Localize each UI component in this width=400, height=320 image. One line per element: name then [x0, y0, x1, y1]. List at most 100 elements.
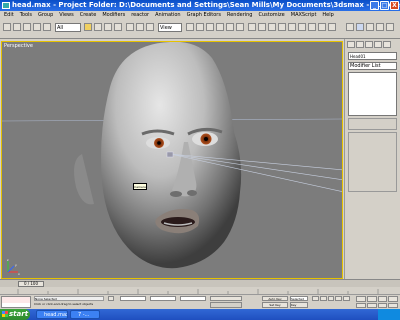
zoom-extents-icon[interactable] [377, 296, 388, 302]
time-slider-bar[interactable]: 0 / 100 [0, 279, 400, 287]
render-scene-icon[interactable] [318, 23, 326, 31]
grid-spacing-field [210, 296, 242, 301]
play-icon[interactable] [327, 296, 335, 301]
arc-rotate-icon[interactable] [377, 302, 388, 308]
menu-graph-editors[interactable]: Graph Editors [187, 11, 221, 19]
selected-combo[interactable]: Selected [290, 296, 308, 301]
auto-key-button[interactable]: Auto Key [262, 296, 288, 301]
display-panel-tab[interactable] [383, 41, 391, 48]
bind-space-warp-icon[interactable] [43, 23, 51, 31]
field-of-view-icon[interactable] [356, 302, 366, 308]
next-frame-icon[interactable] [335, 296, 343, 301]
menu-modifiers[interactable]: Modifiers [102, 11, 125, 19]
add-time-tag[interactable] [210, 302, 242, 308]
title-bar: head.max - Project Folder: D:\Documents … [0, 0, 400, 11]
create-tab-icon[interactable] [346, 23, 354, 31]
zoom-extents-all-icon[interactable] [388, 296, 398, 302]
zoom-all-icon[interactable] [366, 296, 377, 302]
maximize-button[interactable]: □ [380, 1, 389, 10]
select-object-icon[interactable] [84, 23, 92, 31]
svg-text:x: x [18, 272, 20, 276]
percent-snap-icon[interactable] [226, 23, 234, 31]
align-icon[interactable] [268, 23, 276, 31]
menu-views[interactable]: Views [59, 11, 73, 19]
head-model[interactable] [2, 42, 343, 279]
x-coordinate-field[interactable] [120, 296, 146, 301]
redo-icon[interactable] [13, 23, 21, 31]
svg-text:z: z [7, 258, 9, 262]
close-button[interactable]: X [390, 1, 399, 10]
start-button[interactable]: start [0, 309, 30, 320]
modify-panel-tab[interactable] [356, 41, 364, 48]
modifier-stack[interactable] [348, 72, 397, 116]
layer-manager-icon[interactable] [278, 23, 286, 31]
set-key-button[interactable]: Set Key [262, 302, 288, 308]
y-coordinate-field[interactable] [150, 296, 176, 301]
rotate-icon[interactable] [136, 23, 144, 31]
parameters-rollout [348, 132, 397, 192]
mirror-icon[interactable] [258, 23, 266, 31]
menu-animation[interactable]: Animation [155, 11, 181, 19]
region-select-icon[interactable] [104, 23, 112, 31]
go-to-end-icon[interactable] [343, 296, 350, 301]
window-crossing-icon[interactable] [114, 23, 122, 31]
taskbar-item-3dsmax[interactable]: head.max - ... [36, 310, 68, 319]
menu-reactor[interactable]: reactor [131, 11, 149, 19]
quick-render-icon[interactable] [328, 23, 336, 31]
menu-maxscript[interactable]: MAXScript [291, 11, 317, 19]
main-toolbar: All View [0, 19, 400, 39]
menu-rendering[interactable]: Rendering [227, 11, 253, 19]
undo-icon[interactable] [3, 23, 11, 31]
minimize-button[interactable]: _ [370, 1, 379, 10]
lock-selection-icon[interactable] [108, 296, 114, 301]
create-panel-tab[interactable] [347, 41, 355, 48]
playback-controls[interactable] [312, 296, 350, 301]
taskbar-item-2[interactable]: 7 -... [70, 310, 100, 319]
menu-help[interactable]: Help [322, 11, 333, 19]
motion-tab-icon[interactable] [376, 23, 384, 31]
menu-create[interactable]: Create [80, 11, 97, 19]
named-selection-icon[interactable] [248, 23, 256, 31]
hierarchy-tab-icon[interactable] [366, 23, 374, 31]
perspective-viewport[interactable]: Perspective Camera x y z [1, 41, 343, 279]
menu-customize[interactable]: Customize [259, 11, 285, 19]
go-to-start-icon[interactable] [312, 296, 319, 301]
camera-tooltip: Camera [133, 183, 147, 190]
z-coordinate-field[interactable] [180, 296, 206, 301]
menu-tools[interactable]: Tools [20, 11, 32, 19]
material-editor-icon[interactable] [308, 23, 316, 31]
move-icon[interactable] [126, 23, 134, 31]
object-name-field[interactable]: Head01 [348, 52, 397, 60]
display-tab-icon[interactable] [386, 23, 394, 31]
reference-coord-combo[interactable]: View [158, 23, 182, 32]
hierarchy-panel-tab[interactable] [365, 41, 373, 48]
pan-icon[interactable] [366, 302, 377, 308]
spinner-snap-icon[interactable] [236, 23, 244, 31]
menu-edit[interactable]: Edit [4, 11, 14, 19]
snaps-icon[interactable] [206, 23, 214, 31]
viewport-nav-controls[interactable] [356, 296, 398, 308]
motion-panel-tab[interactable] [374, 41, 382, 48]
key-filters-button[interactable]: Key Filters... [290, 302, 308, 308]
curve-editor-icon[interactable] [288, 23, 296, 31]
windows-logo-icon [2, 311, 8, 317]
selection-filter-combo[interactable]: All [55, 23, 81, 32]
modifier-list-combo[interactable]: Modifier List [348, 62, 397, 70]
unlink-icon[interactable] [33, 23, 41, 31]
previous-frame-icon[interactable] [319, 296, 327, 301]
axis-tripod: x y z [7, 258, 20, 276]
modify-tab-icon[interactable] [356, 23, 364, 31]
schematic-view-icon[interactable] [298, 23, 306, 31]
angle-snap-icon[interactable] [216, 23, 224, 31]
manipulate-icon[interactable] [196, 23, 204, 31]
zoom-icon[interactable] [356, 296, 366, 302]
pivot-icon[interactable] [186, 23, 194, 31]
maximize-viewport-icon[interactable] [388, 302, 398, 308]
track-bar[interactable] [0, 287, 400, 295]
menu-group[interactable]: Group [38, 11, 53, 19]
maxscript-listener[interactable] [1, 296, 31, 308]
stack-controls[interactable] [348, 118, 397, 130]
select-by-name-icon[interactable] [94, 23, 102, 31]
link-icon[interactable] [23, 23, 31, 31]
scale-icon[interactable] [146, 23, 154, 31]
